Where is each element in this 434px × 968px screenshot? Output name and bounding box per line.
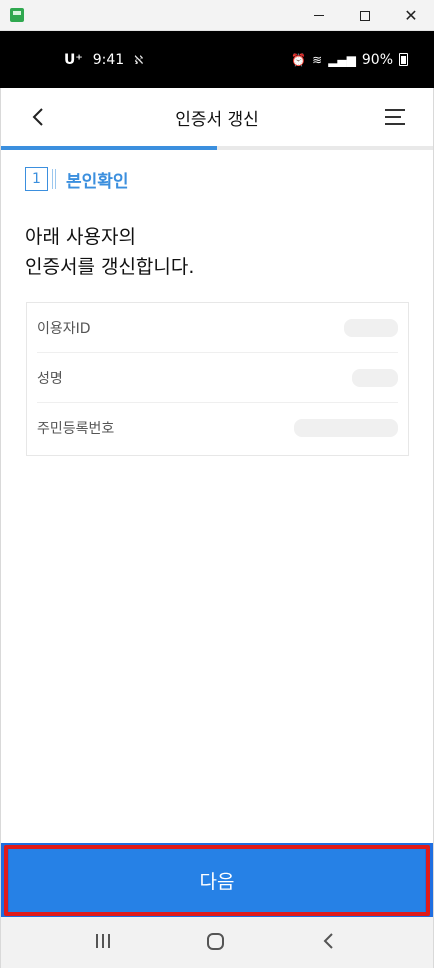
recents-icon — [96, 934, 98, 948]
close-icon: ✕ — [404, 6, 418, 25]
maximize-icon — [360, 10, 370, 21]
info-label: 주민등록번호 — [37, 421, 115, 437]
window-maximize-button[interactable] — [342, 0, 388, 31]
chevron-left-icon — [32, 108, 43, 126]
next-button-area: 다음 — [1, 843, 433, 917]
page-title: 인증서 갱신 — [175, 109, 259, 130]
info-row-name: 성명 — [37, 353, 398, 403]
intro-line-1: 아래 사용자의 — [25, 226, 136, 248]
signal-icon: ▂▄▆ — [328, 52, 356, 67]
minimize-icon — [314, 15, 324, 16]
window-close-button[interactable]: ✕ — [388, 0, 434, 31]
back-button[interactable] — [23, 102, 53, 132]
step-label: 본인확인 — [66, 171, 129, 192]
battery-percent: 90% — [361, 51, 393, 68]
info-row-user-id: 이용자ID — [37, 303, 398, 353]
next-button[interactable]: 다음 — [9, 849, 425, 912]
status-right: ⏰ ≋ ▂▄▆ 90% — [291, 31, 408, 88]
wifi-icon: ≋ — [312, 52, 323, 67]
intro-text: 아래 사용자의 인증서를 갱신합니다. — [25, 222, 194, 282]
carrier-label: U⁺ — [64, 51, 83, 68]
window-title-bar: ✕ — [0, 0, 434, 31]
step-number: 1 — [25, 167, 48, 191]
step-divider — [55, 169, 56, 189]
info-value-placeholder — [352, 368, 398, 387]
app-icon — [10, 8, 24, 22]
info-row-resident-number: 주민등록번호 — [37, 403, 398, 453]
intro-line-2: 인증서를 갱신합니다. — [25, 256, 195, 278]
progress-fill — [1, 146, 217, 150]
info-label: 성명 — [37, 370, 63, 387]
recents-button[interactable] — [96, 934, 110, 948]
info-label: 이용자ID — [37, 320, 91, 337]
back-icon — [323, 933, 333, 949]
info-value-placeholder — [344, 318, 398, 337]
status-left: U⁺ 9:41 ℵ — [64, 31, 143, 88]
progress-bar — [1, 146, 433, 150]
step-indicator: 1 본인확인 — [25, 166, 129, 192]
info-value-placeholder — [294, 419, 398, 437]
home-button[interactable] — [207, 933, 224, 950]
app-header: 인증서 갱신 — [1, 88, 433, 146]
battery-icon — [399, 53, 408, 66]
window-minimize-button[interactable] — [296, 0, 342, 31]
nav-back-button[interactable] — [321, 931, 337, 951]
hamburger-menu-icon — [385, 109, 405, 111]
status-bar: U⁺ 9:41 ℵ ⏰ ≋ ▂▄▆ 90% — [0, 31, 434, 88]
navigation-bar — [1, 917, 433, 968]
status-time: 9:41 — [92, 51, 125, 68]
alarm-icon: ⏰ — [291, 52, 307, 67]
step-divider — [52, 169, 53, 189]
frame-edge-left — [0, 88, 1, 968]
vibrate-icon: ℵ — [134, 52, 144, 67]
user-info-card: 이용자ID 성명 주민등록번호 — [26, 302, 409, 456]
menu-button[interactable] — [385, 102, 409, 132]
